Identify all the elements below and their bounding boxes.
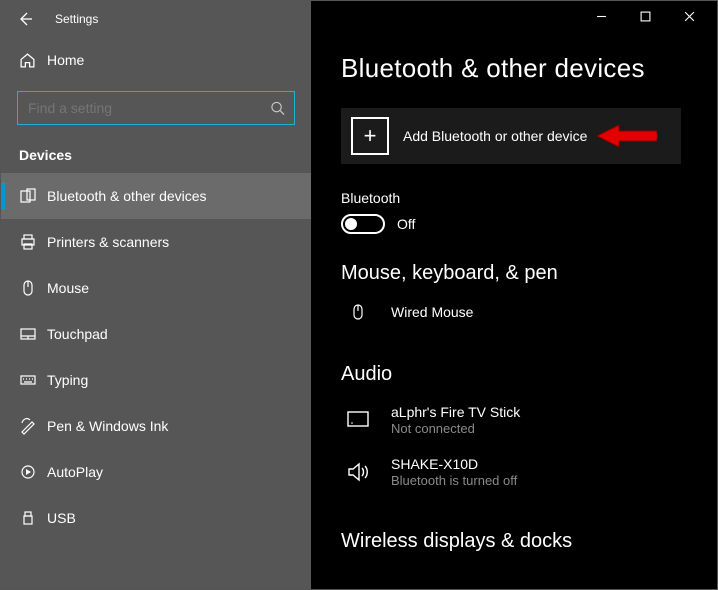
minimize-button[interactable] [579, 1, 623, 31]
nav-list: Bluetooth & other devices Printers & scan… [1, 173, 311, 589]
keyboard-icon [19, 371, 47, 389]
bluetooth-heading: Bluetooth [341, 190, 687, 206]
plus-icon: + [351, 117, 389, 155]
device-name: SHAKE-X10D [391, 456, 517, 472]
home-icon [19, 52, 47, 69]
group-heading: Audio [341, 363, 687, 386]
nav-item-mouse[interactable]: Mouse [1, 265, 311, 311]
section-label: Devices [1, 139, 311, 173]
nav-item-label: Typing [47, 372, 88, 388]
nav-item-pen-windows-ink[interactable]: Pen & Windows Ink [1, 403, 311, 449]
nav-item-label: Touchpad [47, 326, 108, 342]
back-icon[interactable] [15, 11, 35, 27]
device-status: Bluetooth is turned off [391, 473, 517, 488]
page-title: Bluetooth & other devices [341, 53, 687, 84]
nav-item-typing[interactable]: Typing [1, 357, 311, 403]
mouse-icon [341, 303, 375, 321]
bluetooth-state-label: Off [397, 216, 415, 232]
nav-item-printers-scanners[interactable]: Printers & scanners [1, 219, 311, 265]
speaker-icon [341, 461, 375, 483]
device-row[interactable]: aLphr's Fire TV StickNot connected [341, 398, 687, 450]
nav-item-label: AutoPlay [47, 464, 103, 480]
mouse-icon [19, 279, 47, 297]
usb-icon [19, 509, 47, 527]
touchpad-icon [19, 325, 47, 343]
display-icon [341, 410, 375, 430]
content-panel: Bluetooth & other devices + Add Bluetoot… [311, 1, 717, 589]
group-heading: Mouse, keyboard, & pen [341, 262, 687, 285]
nav-item-label: Pen & Windows Ink [47, 418, 168, 434]
add-device-label: Add Bluetooth or other device [403, 128, 587, 144]
nav-item-bluetooth-other-devices[interactable]: Bluetooth & other devices [1, 173, 311, 219]
nav-item-autoplay[interactable]: AutoPlay [1, 449, 311, 495]
device-name: aLphr's Fire TV Stick [391, 404, 520, 420]
settings-sidebar: Settings Home Devices Bluetooth & other … [1, 1, 311, 589]
search-input[interactable] [17, 91, 295, 125]
device-row[interactable]: Wired Mouse [341, 297, 687, 335]
add-device-button[interactable]: + Add Bluetooth or other device [341, 108, 681, 164]
group-heading: Wireless displays & docks [341, 530, 687, 553]
device-status: Not connected [391, 421, 520, 436]
nav-item-usb[interactable]: USB [1, 495, 311, 541]
bluetooth-devices-icon [19, 187, 47, 205]
printer-icon [19, 233, 47, 251]
nav-item-label: Printers & scanners [47, 234, 169, 250]
autoplay-icon [19, 463, 47, 481]
nav-home-label: Home [47, 52, 84, 68]
nav-item-label: Bluetooth & other devices [47, 188, 207, 204]
nav-item-touchpad[interactable]: Touchpad [1, 311, 311, 357]
maximize-button[interactable] [623, 1, 667, 31]
annotation-arrow-icon [597, 123, 657, 149]
device-row[interactable]: SHAKE-X10DBluetooth is turned off [341, 450, 687, 502]
search-container [1, 83, 311, 139]
close-button[interactable] [667, 1, 711, 31]
device-name: Wired Mouse [391, 304, 473, 320]
nav-home[interactable]: Home [1, 37, 311, 83]
window-controls [311, 1, 717, 31]
nav-item-label: USB [47, 510, 76, 526]
app-title: Settings [55, 12, 98, 26]
bluetooth-toggle-row: Off [341, 214, 687, 234]
search-icon[interactable] [270, 101, 285, 116]
pen-icon [19, 417, 47, 435]
bluetooth-toggle[interactable] [341, 214, 385, 234]
sidebar-titlebar: Settings [1, 1, 311, 37]
nav-item-label: Mouse [47, 280, 89, 296]
